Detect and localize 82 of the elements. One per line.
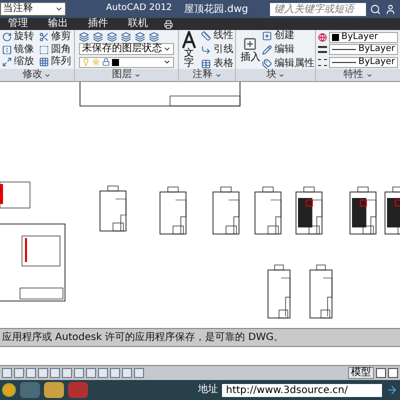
linetype-icon: [318, 58, 328, 66]
table-icon: [201, 58, 212, 68]
plus-square-icon: [262, 30, 272, 40]
ribbon-tool-button[interactable]: 编辑: [262, 44, 314, 54]
mirror-icon: [2, 44, 12, 54]
ribbon-tab[interactable]: 插件: [84, 19, 112, 29]
model-space-button[interactable]: 模型: [348, 367, 374, 379]
detail-drawing: [100, 186, 126, 232]
pencil-icon: [262, 44, 272, 54]
panel-title[interactable]: 图层: [112, 69, 132, 81]
detail-drawing: [310, 264, 332, 318]
rotate-icon: [2, 32, 12, 42]
caret-icon: [55, 5, 63, 13]
linetype-dropdown[interactable]: ByLayer: [329, 44, 398, 55]
expand-icon: [2, 56, 12, 67]
caret-icon: [134, 72, 141, 78]
address-label: 地址: [198, 385, 218, 395]
lock-icon: [102, 58, 110, 66]
arrow-icon: [201, 44, 212, 54]
start-icon[interactable]: [2, 383, 16, 397]
lineweight-dropdown[interactable]: ByLayer: [329, 56, 398, 68]
caret-icon: [214, 72, 222, 78]
printer-icon[interactable]: [164, 20, 173, 28]
layer-state-dropdown[interactable]: 未保存的图层状态: [78, 43, 174, 55]
bulb-icon: [82, 58, 90, 66]
search-field[interactable]: 键入关键字或短语: [270, 2, 366, 16]
detail-drawing: [254, 186, 282, 234]
ribbon-tab[interactable]: 联机: [124, 19, 152, 29]
ribbon-tab[interactable]: 管理: [4, 19, 32, 29]
user-icon[interactable]: [385, 4, 396, 14]
scissors-icon: [38, 32, 49, 42]
layer-tool-icon[interactable]: [148, 32, 159, 42]
ribbon-tool-button[interactable]: 创建: [262, 30, 314, 40]
ribbon-tool-button[interactable]: 线性: [201, 30, 234, 40]
command-line-text: 应用程序或 Autodesk 许可的应用程序保存，是可靠的 DWG。: [2, 332, 284, 342]
letter-a-icon: [182, 30, 196, 48]
layer-tool-icon[interactable]: [120, 32, 131, 42]
ribbon-tab[interactable]: 输出: [44, 19, 72, 29]
command-input[interactable]: [0, 346, 400, 366]
tags-icon: [262, 58, 272, 68]
detail-drawing: [160, 186, 186, 234]
ruler-icon: [201, 30, 212, 40]
search-icon[interactable]: [370, 4, 381, 14]
ribbon-tool-button[interactable]: 圆角: [38, 44, 72, 54]
file-name: 屋顶花园.dwg: [184, 2, 248, 16]
caret-icon: [366, 72, 373, 78]
insert-button[interactable]: 插入: [240, 36, 260, 62]
detail-drawing: [296, 186, 322, 234]
detail-drawing: [350, 186, 376, 234]
lineweight-icon: [318, 46, 328, 53]
layer-dropdown[interactable]: [78, 56, 174, 68]
ribbon-tool-button[interactable]: 引线: [201, 44, 234, 54]
caret-icon: [278, 72, 286, 78]
dashed-square-icon: [38, 44, 49, 54]
window-title: AutoCAD 2012: [106, 2, 172, 16]
ribbon-tool-button[interactable]: 镜像: [2, 44, 35, 54]
address-field[interactable]: http://www.3dsource.cn/: [222, 384, 382, 396]
layer-tool-icon[interactable]: [92, 32, 103, 42]
color-dropdown[interactable]: ByLayer: [329, 32, 398, 42]
workspace-dropdown[interactable]: 当注释: [0, 2, 66, 16]
go-arrow-icon[interactable]: [386, 384, 398, 396]
ribbon-tool-button[interactable]: 旋转: [2, 32, 35, 42]
panel-title[interactable]: 块: [266, 69, 276, 81]
detail-drawing: [212, 186, 240, 234]
ribbon-tool-button[interactable]: 缩放: [2, 56, 35, 67]
insert-block-icon: [243, 36, 258, 50]
ribbon-tool-button[interactable]: 表格: [201, 58, 234, 68]
ribbon-tool-button[interactable]: 阵列: [38, 56, 72, 67]
layer-tool-icon[interactable]: [106, 32, 117, 42]
sun-icon: [92, 58, 100, 66]
text-tool-button[interactable]: 文字: [180, 30, 198, 68]
detail-drawing: [384, 186, 400, 234]
layer-tool-icon[interactable]: [78, 32, 89, 42]
color-swatch: [112, 58, 119, 66]
color-swatch: [332, 34, 340, 40]
layer-tool-icon[interactable]: [134, 32, 145, 42]
folder-icon[interactable]: [44, 382, 64, 398]
ribbon-tool-button[interactable]: 编辑属性: [262, 58, 314, 68]
grid-icon: [38, 56, 49, 67]
caret-icon: [44, 72, 52, 78]
detail-drawing: [268, 264, 290, 318]
ribbon-tool-button[interactable]: 修剪: [38, 32, 72, 42]
